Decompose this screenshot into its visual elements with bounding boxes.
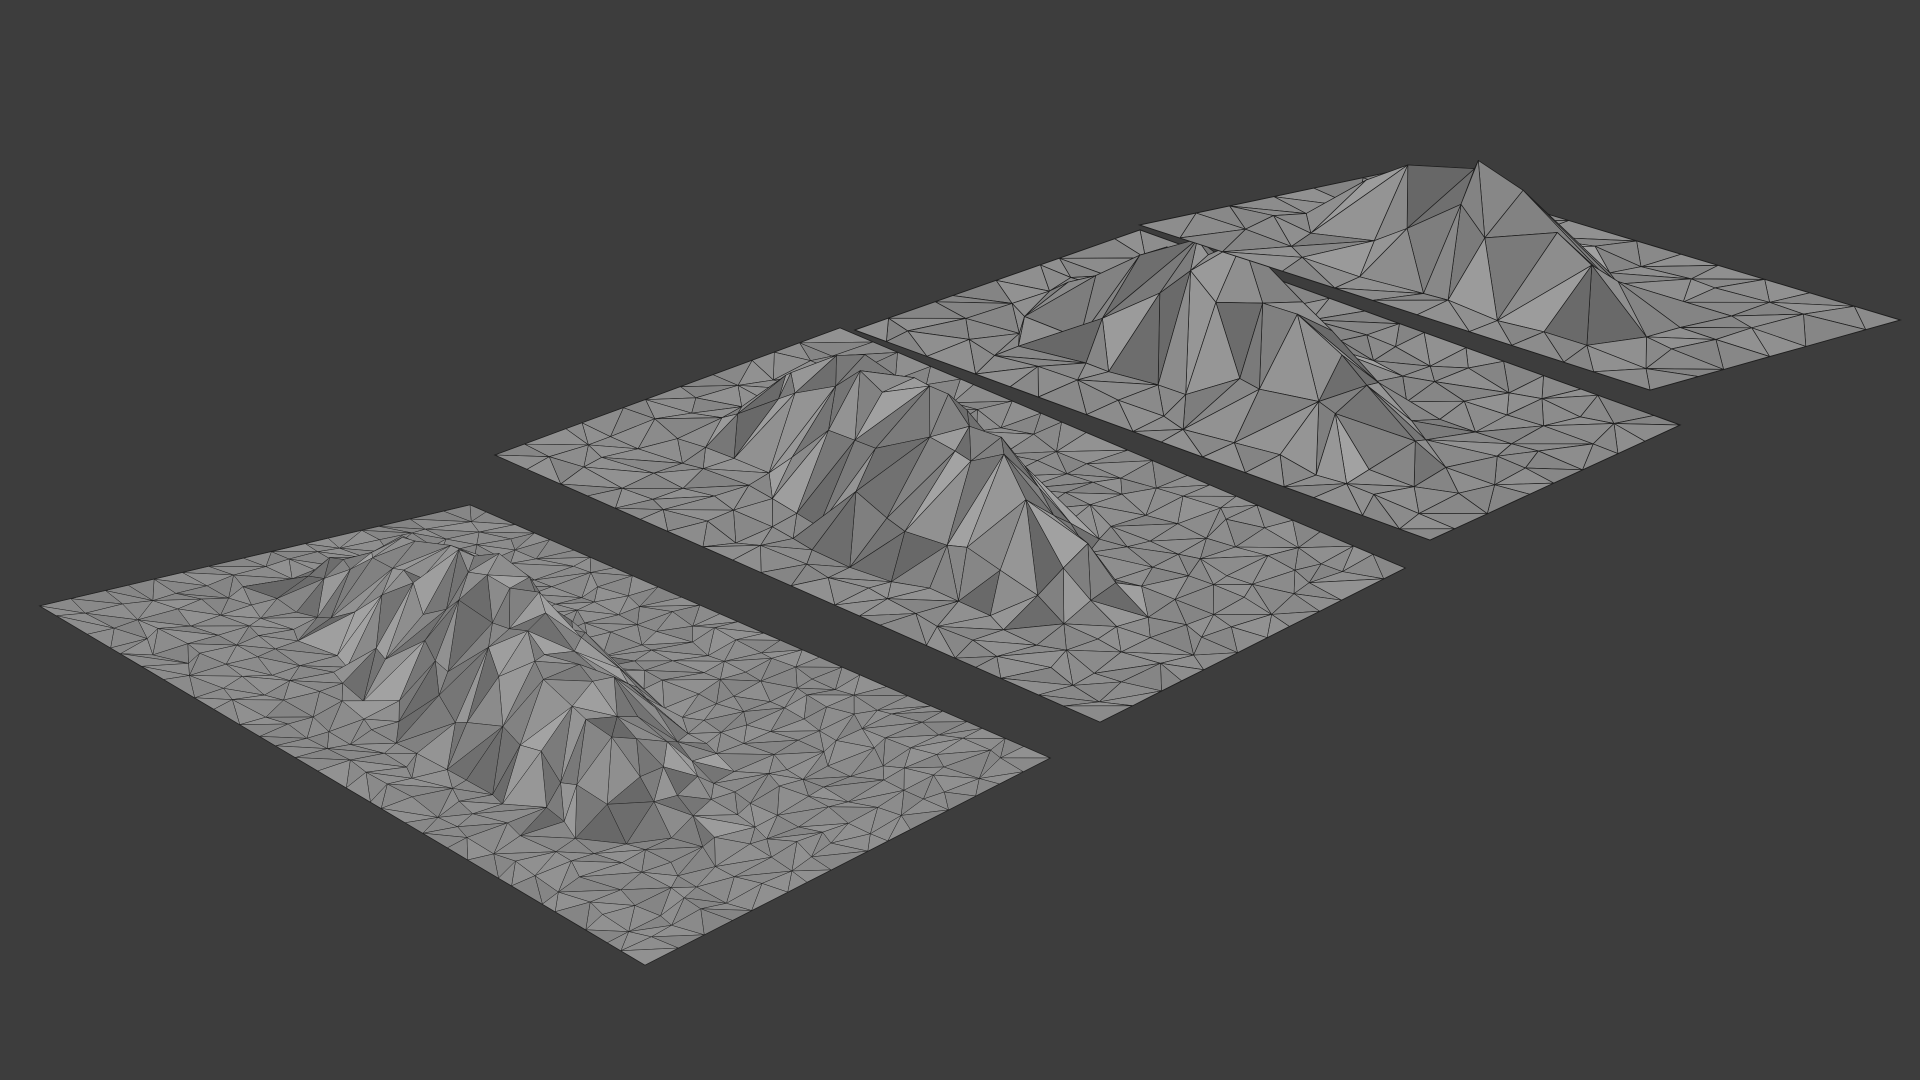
mesh-face: [1399, 528, 1455, 541]
mesh-face: [163, 675, 195, 699]
mesh-face: [1593, 368, 1651, 391]
mesh-face: [1063, 705, 1133, 723]
wireframe-scene[interactable]: [0, 0, 1920, 1080]
3d-viewport[interactable]: [0, 0, 1920, 1080]
